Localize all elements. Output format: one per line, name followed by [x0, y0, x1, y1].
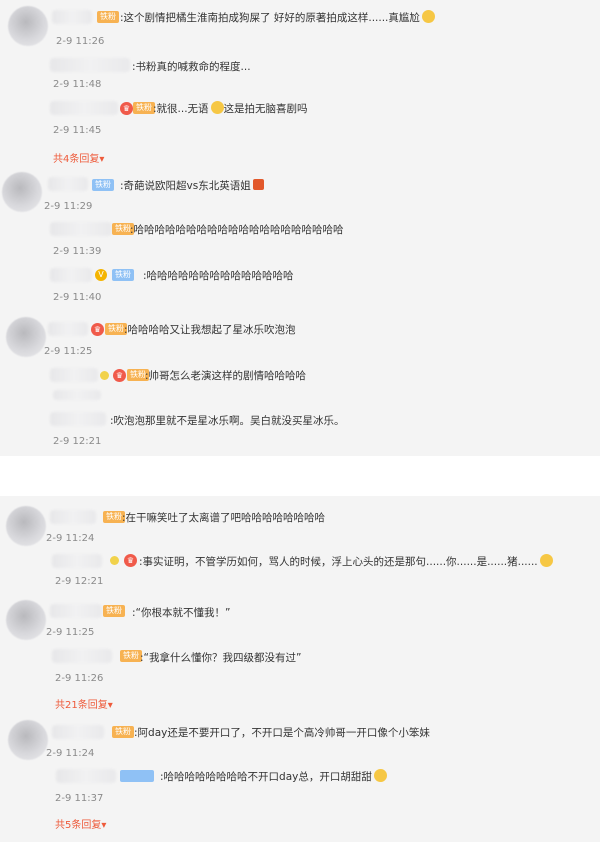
- reply-time: 2-9 11:26: [55, 673, 104, 684]
- comment-text: :在干嘛笑吐了太离谱了吧哈哈哈哈哈哈哈哈: [122, 512, 326, 524]
- comment-text: :阿day还是不要开口了，不开口是个高冷帅哥一开口像个小笨妹: [134, 727, 430, 739]
- fan-badge: 铁粉: [133, 102, 155, 114]
- username[interactable]: [50, 268, 92, 282]
- verified-icon: V: [95, 269, 107, 281]
- reply-text: :哈哈哈哈哈哈哈哈哈哈哈哈哈哈: [143, 270, 294, 282]
- username[interactable]: [50, 368, 98, 382]
- avatar[interactable]: [6, 600, 46, 640]
- reply-time: 2-9 11:37: [55, 793, 104, 804]
- avatar[interactable]: [2, 172, 42, 212]
- reply-time: 2-9 11:48: [53, 79, 102, 90]
- comment-text: :哈哈哈哈又让我想起了星冰乐吹泡泡: [124, 324, 296, 336]
- username[interactable]: [52, 649, 112, 663]
- reply-text: :哈哈哈哈哈哈哈哈不开口day总，开口胡甜甜: [160, 769, 387, 784]
- view-replies-link[interactable]: 共21条回复▾: [55, 696, 113, 711]
- reply-time: 2-9 12:21: [53, 436, 102, 447]
- username[interactable]: [52, 10, 92, 24]
- comment-time: 2-9 11:25: [46, 627, 95, 638]
- username[interactable]: [50, 101, 118, 115]
- comment-time: 2-9 11:24: [46, 748, 95, 759]
- crown-icon: ♛: [91, 323, 104, 336]
- fan-badge: 铁粉: [103, 605, 125, 617]
- comment-text: :这个剧情把橘生淮南拍成狗屎了 好好的原著拍成这样......真尴尬: [120, 10, 435, 25]
- crown-icon: ♛: [113, 369, 126, 382]
- emoji-avatar-icon: [100, 371, 109, 380]
- sly-emoji-icon: [373, 769, 387, 782]
- reply-text: :书粉真的喊救命的程度...: [132, 61, 251, 73]
- avatar[interactable]: [6, 506, 46, 546]
- username[interactable]: [52, 725, 104, 739]
- comment-time: 2-9 11:26: [56, 36, 105, 47]
- reply-text: :“我拿什么懂你？我四级都没有过”: [140, 652, 302, 664]
- username[interactable]: [48, 177, 88, 191]
- username[interactable]: [50, 412, 106, 426]
- username[interactable]: [56, 769, 116, 783]
- fan-badge: 铁粉: [112, 726, 134, 738]
- awkward-emoji-icon: [421, 10, 435, 23]
- fan-badge: [120, 770, 154, 782]
- fan-badge: 铁粉: [120, 650, 142, 662]
- comment-panel-2: 铁粉 :在干嘛笑吐了太离谱了吧哈哈哈哈哈哈哈哈 2-9 11:24 ♛ :事实证…: [0, 496, 600, 842]
- avatar[interactable]: [6, 317, 46, 357]
- sly-emoji-icon: [539, 554, 553, 567]
- reply-time: 2-9 11:45: [53, 125, 102, 136]
- reply-text: :吹泡泡那里就不是星冰乐啊。吴白就没买星冰乐。: [110, 415, 345, 427]
- reply-text: :事实证明，不管学历如何，骂人的时候，浮上心头的还是那句......你.....…: [139, 554, 553, 569]
- emoji-avatar-icon: [110, 556, 119, 565]
- username[interactable]: [48, 322, 88, 336]
- reply-time: 2-9 11:40: [53, 292, 102, 303]
- avatar[interactable]: [8, 720, 48, 760]
- fan-badge: 铁粉: [92, 179, 114, 191]
- username[interactable]: [50, 222, 112, 236]
- view-replies-link[interactable]: 共4条回复▾: [53, 150, 104, 165]
- reply-text: :就很...无语 这是拍无脑喜剧吗: [153, 101, 308, 115]
- comment-text: :奇葩说欧阳超vs东北英语姐: [120, 178, 264, 193]
- blurred-time: [53, 390, 101, 400]
- chevron-down-icon: ▾: [101, 820, 107, 831]
- fan-badge: 铁粉: [97, 11, 119, 23]
- chevron-down-icon: ▾: [99, 154, 105, 165]
- comment-time: 2-9 11:24: [46, 533, 95, 544]
- comment-panel-1: 铁粉 :这个剧情把橘生淮南拍成狗屎了 好好的原著拍成这样......真尴尬 2-…: [0, 0, 600, 456]
- avatar[interactable]: [8, 6, 48, 46]
- crown-icon: ♛: [120, 102, 133, 115]
- fan-badge: 铁粉: [112, 269, 134, 281]
- comment-time: 2-9 11:29: [44, 201, 93, 212]
- username[interactable]: [50, 58, 130, 72]
- view-replies-link[interactable]: 共5条回复▾: [55, 816, 106, 831]
- reply-text: :哈哈哈哈哈哈哈哈哈哈哈哈哈哈哈哈哈哈哈哈: [130, 224, 344, 236]
- tv-icon: [252, 179, 264, 190]
- username[interactable]: [50, 510, 96, 524]
- crown-icon: ♛: [124, 554, 137, 567]
- username[interactable]: [52, 554, 102, 568]
- username[interactable]: [50, 604, 102, 618]
- comment-text: :“你根本就不懂我！”: [132, 607, 231, 619]
- reply-text: :帅哥怎么老演这样的剧情哈哈哈哈: [145, 370, 307, 382]
- reply-time: 2-9 11:39: [53, 246, 102, 257]
- reply-time: 2-9 12:21: [55, 576, 104, 587]
- chevron-down-icon: ▾: [107, 700, 113, 711]
- speechless-emoji-icon: [210, 101, 224, 114]
- comment-time: 2-9 11:25: [44, 346, 93, 357]
